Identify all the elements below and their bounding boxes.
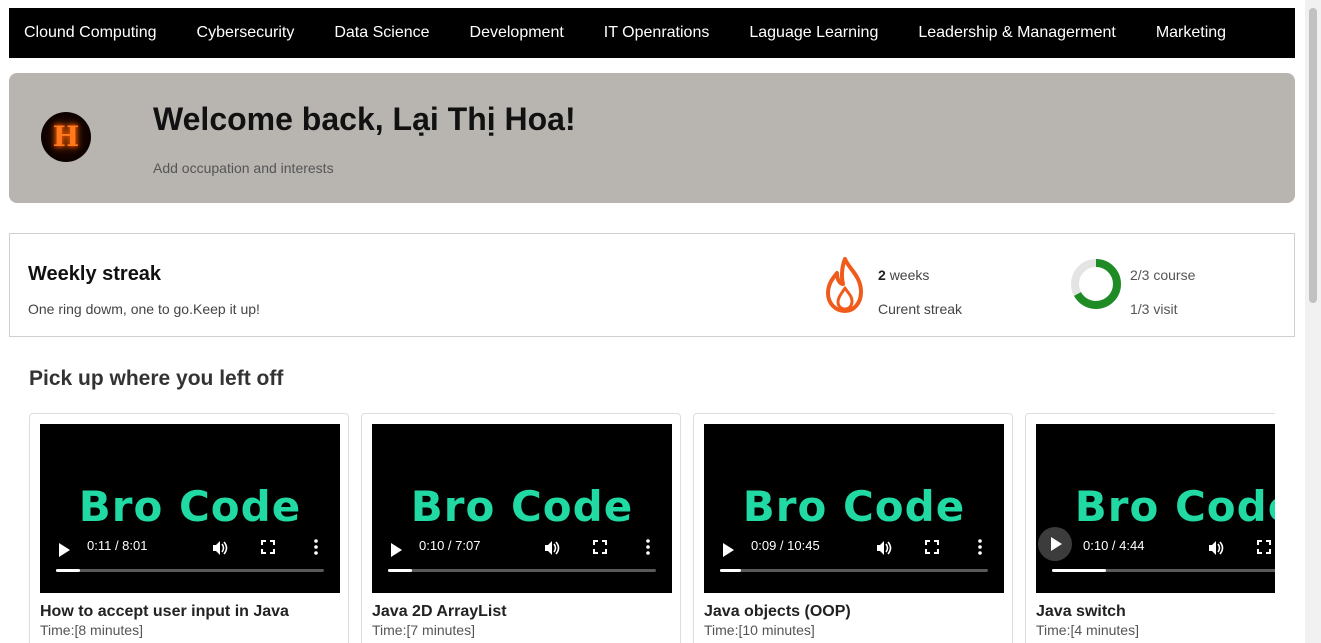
- scrollbar-thumb[interactable]: [1309, 8, 1317, 303]
- card-duration: Time:[8 minutes]: [40, 622, 143, 638]
- nav-it-operations[interactable]: IT Openrations: [589, 8, 730, 58]
- card-title[interactable]: Java switch: [1036, 603, 1126, 621]
- video-progress-fill: [56, 569, 81, 572]
- weekly-streak-panel: Weekly streak One ring dowm, one to go.K…: [9, 233, 1295, 337]
- video-player[interactable]: Bro Code 0:11 / 8:01: [40, 424, 340, 593]
- video-controls: 0:10 / 7:07: [372, 534, 672, 564]
- play-icon[interactable]: [1038, 527, 1072, 561]
- course-carousel: Bro Code 0:11 / 8:01 How to accept user …: [29, 413, 1275, 643]
- nav-language-learning[interactable]: Laguage Learning: [734, 8, 898, 58]
- card-title[interactable]: Java 2D ArrayList: [372, 603, 507, 621]
- video-progress-bar[interactable]: [56, 569, 324, 572]
- video-progress-bar[interactable]: [388, 569, 656, 572]
- visit-progress: 1/3 visit: [1130, 301, 1178, 317]
- streak-title: Weekly streak: [28, 263, 162, 285]
- video-player[interactable]: Bro Code 0:09 / 10:45: [704, 424, 1004, 593]
- current-streak-label: Curent streak: [878, 301, 963, 317]
- card-title[interactable]: How to accept user input in Java: [40, 603, 289, 621]
- volume-icon[interactable]: [1207, 539, 1225, 557]
- more-options-icon[interactable]: [640, 537, 656, 557]
- nav-cybersecurity[interactable]: Cybersecurity: [182, 8, 315, 58]
- play-icon[interactable]: [718, 540, 738, 560]
- course-card[interactable]: Bro Code 0:10 / 7:07 Java 2D ArrayList T…: [361, 413, 681, 643]
- video-progress-fill: [1052, 569, 1106, 572]
- streak-weeks-count: 2: [878, 267, 886, 283]
- video-controls: 0:11 / 8:01: [40, 534, 340, 564]
- nav-leadership[interactable]: Leadership & Managerment: [903, 8, 1135, 58]
- category-nav: Clound Computing Cybersecurity Data Scie…: [9, 8, 1295, 58]
- nav-data-science[interactable]: Data Science: [319, 8, 449, 58]
- streak-weeks: 2 weeks: [878, 267, 929, 283]
- video-time: 0:11 / 8:01: [87, 538, 148, 553]
- card-duration: Time:[7 minutes]: [372, 622, 475, 638]
- video-player[interactable]: Bro Code 0:10 / 7:07: [372, 424, 672, 593]
- welcome-title: Welcome back, Lại Thị Hoa!: [153, 101, 576, 137]
- welcome-banner: H Welcome back, Lại Thị Hoa! Add occupat…: [9, 73, 1295, 203]
- card-title[interactable]: Java objects (OOP): [704, 603, 851, 621]
- video-time: 0:09 / 10:45: [751, 538, 820, 553]
- course-card[interactable]: Bro Code 0:09 / 10:45 Java objects (OOP)…: [693, 413, 1013, 643]
- course-card[interactable]: Bro Code 0:10 / 4:44 Java switch Time:[4…: [1025, 413, 1275, 643]
- fullscreen-icon[interactable]: [260, 539, 276, 555]
- volume-icon[interactable]: [543, 539, 561, 557]
- play-icon[interactable]: [386, 540, 406, 560]
- video-logo: Bro Code: [410, 482, 634, 531]
- flame-icon: [826, 257, 863, 313]
- video-controls: 0:09 / 10:45: [704, 534, 1004, 564]
- course-progress: 2/3 course: [1130, 267, 1196, 283]
- add-occupation-link[interactable]: Add occupation and interests: [153, 160, 334, 176]
- video-logo: Bro Code: [742, 482, 966, 531]
- avatar-letter: H: [52, 120, 80, 153]
- video-player[interactable]: Bro Code 0:10 / 4:44: [1036, 424, 1275, 593]
- nav-development[interactable]: Development: [455, 8, 584, 58]
- video-progress-bar[interactable]: [720, 569, 988, 572]
- progress-ring-icon: [1071, 259, 1121, 309]
- video-logo: Bro Code: [78, 482, 302, 531]
- avatar[interactable]: H: [41, 112, 91, 162]
- nav-cloud-computing[interactable]: Clound Computing: [9, 8, 177, 58]
- video-progress-fill: [388, 569, 413, 572]
- volume-icon[interactable]: [211, 539, 229, 557]
- streak-weeks-label: weeks: [889, 267, 930, 283]
- nav-marketing[interactable]: Marketing: [1141, 8, 1246, 58]
- card-duration: Time:[4 minutes]: [1036, 622, 1139, 638]
- streak-message: One ring dowm, one to go.Keep it up!: [28, 301, 260, 317]
- fullscreen-icon[interactable]: [592, 539, 608, 555]
- fullscreen-icon[interactable]: [1256, 539, 1272, 555]
- card-duration: Time:[10 minutes]: [704, 622, 815, 638]
- more-options-icon[interactable]: [308, 537, 324, 557]
- fullscreen-icon[interactable]: [924, 539, 940, 555]
- video-controls: 0:10 / 4:44: [1036, 527, 1275, 564]
- video-progress-fill: [720, 569, 742, 572]
- video-time: 0:10 / 4:44: [1083, 538, 1145, 553]
- more-options-icon[interactable]: [972, 537, 988, 557]
- video-progress-bar[interactable]: [1052, 569, 1275, 572]
- page-scrollbar[interactable]: [1305, 0, 1321, 643]
- volume-icon[interactable]: [875, 539, 893, 557]
- course-card[interactable]: Bro Code 0:11 / 8:01 How to accept user …: [29, 413, 349, 643]
- section-title: Pick up where you left off: [29, 367, 284, 390]
- video-time: 0:10 / 7:07: [419, 538, 481, 553]
- play-icon[interactable]: [54, 540, 74, 560]
- video-logo: Bro Code: [1074, 482, 1275, 531]
